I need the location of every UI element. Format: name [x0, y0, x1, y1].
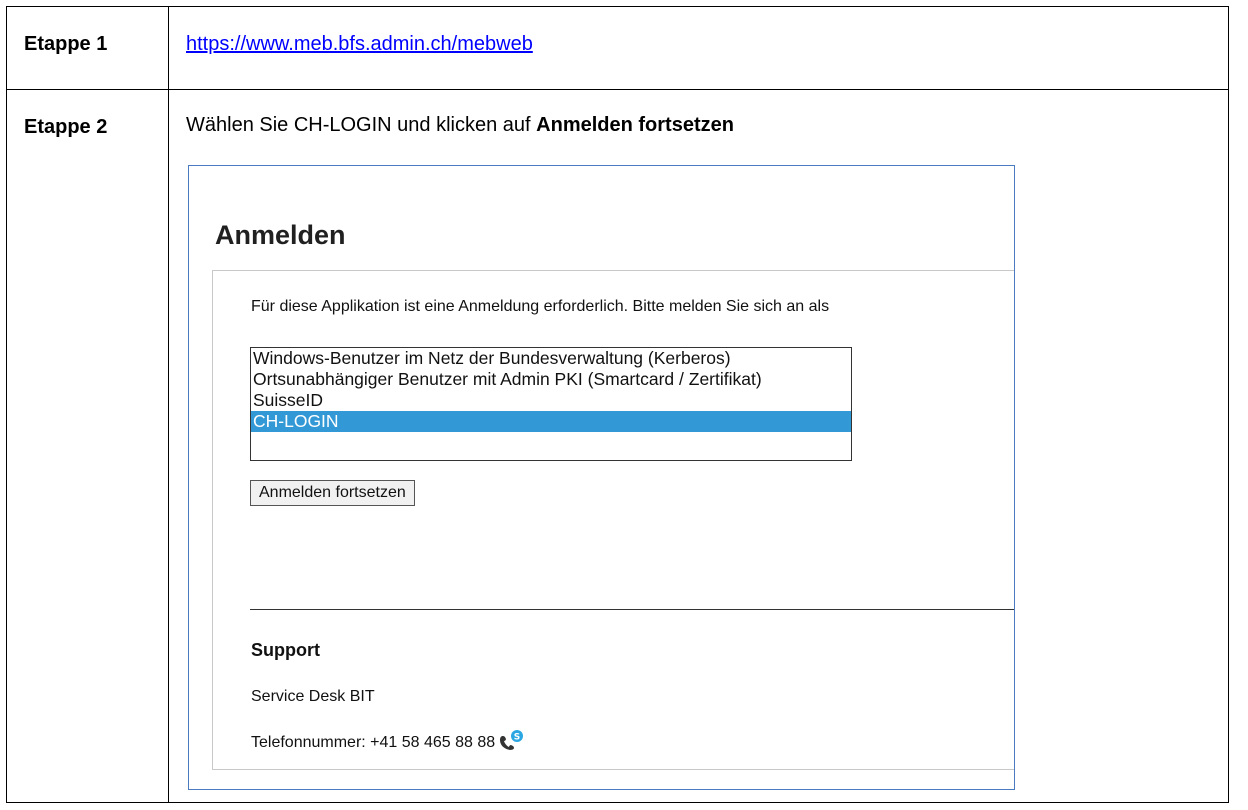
instruction-text: Wählen Sie CH-LOGIN und klicken auf: [186, 114, 537, 136]
login-panel: Für diese Applikation ist eine Anmeldung…: [212, 270, 1014, 770]
step-label: Etappe 2: [24, 116, 108, 138]
steps-table: Etappe 1 https://www.meb.bfs.admin.ch/me…: [6, 6, 1229, 803]
page: Etappe 1 https://www.meb.bfs.admin.ch/me…: [0, 0, 1248, 810]
instruction-emphasis: Anmelden fortsetzen: [536, 114, 734, 136]
step-row-1: Etappe 1 https://www.meb.bfs.admin.ch/me…: [6, 6, 1229, 90]
step-label-cell: Etappe 1: [6, 6, 169, 90]
option-admin-pki[interactable]: Ortsunabhängiger Benutzer mit Admin PKI …: [251, 369, 851, 390]
step-instruction: Wählen Sie CH-LOGIN und klicken auf Anme…: [186, 114, 734, 137]
mebweb-link[interactable]: https://www.meb.bfs.admin.ch/mebweb: [186, 33, 533, 55]
option-suisseid[interactable]: SuisseID: [251, 390, 851, 411]
intro-text: Für diese Applikation ist eine Anmeldung…: [251, 298, 830, 315]
phone-number: Telefonnummer: +41 58 465 88 88: [251, 734, 496, 752]
skype-phone-icon[interactable]: S: [497, 729, 525, 751]
step-row-2: Etappe 2 Wählen Sie CH-LOGIN und klicken…: [6, 89, 1229, 803]
step-content-cell: https://www.meb.bfs.admin.ch/mebweb: [168, 6, 1229, 90]
svg-text:S: S: [514, 733, 520, 743]
login-method-listbox[interactable]: Windows-Benutzer im Netz der Bundesverwa…: [250, 347, 852, 461]
step-content-cell: Wählen Sie CH-LOGIN und klicken auf Anme…: [168, 89, 1229, 803]
support-phone: Telefonnummer: +41 58 465 88 88 S: [251, 729, 525, 754]
option-ch-login[interactable]: CH-LOGIN: [251, 411, 851, 432]
support-name: Service Desk BIT: [251, 688, 375, 705]
step-label-cell: Etappe 2: [6, 89, 169, 803]
login-screenshot: Anmelden Für diese Applikation ist eine …: [188, 165, 1015, 790]
page-title: Anmelden: [215, 220, 346, 250]
option-kerberos[interactable]: Windows-Benutzer im Netz der Bundesverwa…: [251, 348, 851, 369]
divider: [250, 609, 1014, 610]
step-label: Etappe 1: [24, 33, 108, 55]
support-heading: Support: [251, 640, 320, 660]
continue-login-button[interactable]: Anmelden fortsetzen: [250, 480, 415, 506]
